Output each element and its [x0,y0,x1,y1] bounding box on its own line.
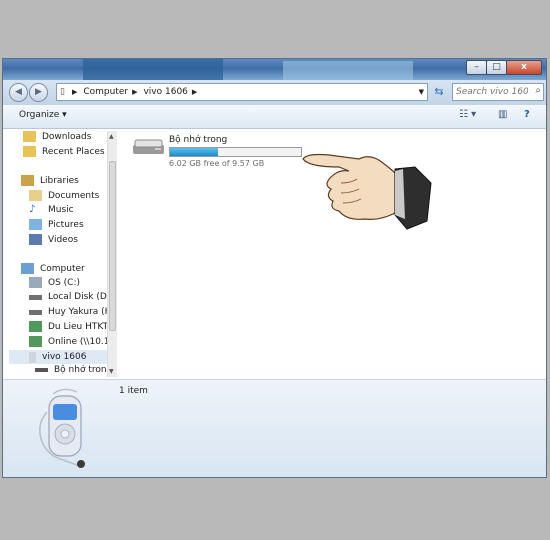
item-count: 1 item [119,386,148,396]
computer-icon [21,263,34,274]
navigation-pane: Downloads Recent Places Libraries Docume… [3,129,117,379]
navigation-scrollbar[interactable]: ▲ ▼ [107,131,117,377]
search-box[interactable]: ⌕ [452,83,544,101]
sidebar-item-os-c[interactable]: OS (C:) [29,277,80,288]
sidebar-item-documents[interactable]: Documents [29,190,99,201]
folder-icon [23,131,36,142]
drive-free-space: 6.02 GB free of 9.57 GB [169,159,265,168]
breadcrumb-vivo[interactable]: vivo 1606 ▶ [140,84,200,100]
folder-icon [23,146,36,157]
scroll-up-icon[interactable]: ▲ [109,133,114,140]
scroll-down-icon[interactable]: ▼ [109,368,114,375]
minimize-button[interactable]: – [466,60,487,75]
sidebar-item-du-lieu-htkt[interactable]: Du Lieu HTKT_C2 [29,321,117,332]
refresh-icon[interactable]: ⇆ [431,84,447,100]
videos-icon [29,234,42,245]
breadcrumb-separator[interactable]: ▶ [65,84,80,100]
forward-button[interactable]: ▶ [29,83,48,102]
sidebar-item-pictures[interactable]: Pictures [29,219,84,230]
address-bar[interactable]: ▯ ▶ Computer ▶ vivo 1606 ▶ ▼ [56,83,428,101]
drive-icon [29,294,42,300]
network-drive-icon [29,321,42,332]
breadcrumb-computer[interactable]: Computer ▶ [80,84,140,100]
drive-usage-fill [170,148,219,156]
drive-icon [29,277,42,288]
help-icon[interactable]: ? [524,109,530,123]
organize-button[interactable]: Organize ▾ [19,110,67,120]
library-icon [21,175,34,186]
background-blur [83,59,223,80]
close-button[interactable]: x [506,60,542,75]
drive-item[interactable]: Bộ nhớ trong 6.02 GB free of 9.57 GB [131,135,302,168]
drive-usage-bar [169,147,302,157]
drive-icon [29,309,42,315]
file-list: Bộ nhớ trong 6.02 GB free of 9.57 GB [119,129,546,379]
address-dropdown-icon[interactable]: ▼ [419,88,424,96]
sidebar-item-computer[interactable]: Computer [21,263,85,274]
pictures-icon [29,219,42,230]
maximize-button[interactable]: □ [486,60,507,75]
command-bar: Organize ▾ ☷ ▾ ▥ ? [3,105,546,129]
sidebar-item-vivo-1606[interactable]: vivo 1606 [9,350,107,364]
sidebar-item-libraries[interactable]: Libraries [21,175,79,186]
network-drive-icon [29,336,42,347]
sidebar-item-downloads[interactable]: Downloads [23,131,91,142]
sidebar-item-local-disk-d[interactable]: Local Disk (D:) [29,292,113,302]
back-button[interactable]: ◀ [9,83,28,102]
phone-icon [29,351,36,363]
sidebar-item-music[interactable]: ♪ Music [29,204,74,215]
documents-icon [29,190,42,201]
sidebar-item-online[interactable]: Online (\\10.122. [29,336,117,347]
window-controls: – □ x [466,60,542,75]
sidebar-item-recent-places[interactable]: Recent Places [23,146,105,157]
view-options-icon[interactable]: ☷ ▾ [459,109,476,123]
preview-pane-icon[interactable]: ▥ [498,109,507,123]
scrollbar-thumb[interactable] [109,161,116,331]
pointing-hand-illustration [302,153,432,230]
explorer-window: – □ x ◀ ▶ ▯ ▶ Computer▶ vivo 1606▶ ▼ ⇆ ⌕… [2,58,547,478]
music-icon: ♪ [29,204,36,215]
hard-drive-icon [133,139,164,154]
sidebar-item-videos[interactable]: Videos [29,234,78,245]
search-input[interactable] [453,84,531,100]
drive-name: Bộ nhớ trong [169,135,228,145]
sidebar-item-bo-nho-trong[interactable]: Bộ nhớ trong [35,365,112,375]
address-row: ◀ ▶ ▯ ▶ Computer▶ vivo 1606▶ ▼ ⇆ ⌕ [3,80,546,105]
search-icon[interactable]: ⌕ [535,85,541,96]
phone-device-icon [39,388,85,468]
background-blur [283,61,413,80]
details-pane: 1 item [3,379,546,477]
title-bar[interactable]: – □ x [3,59,546,80]
storage-icon [35,368,48,372]
sidebar-item-huy-yakura-h[interactable]: Huy Yakura (H:) [29,307,117,317]
